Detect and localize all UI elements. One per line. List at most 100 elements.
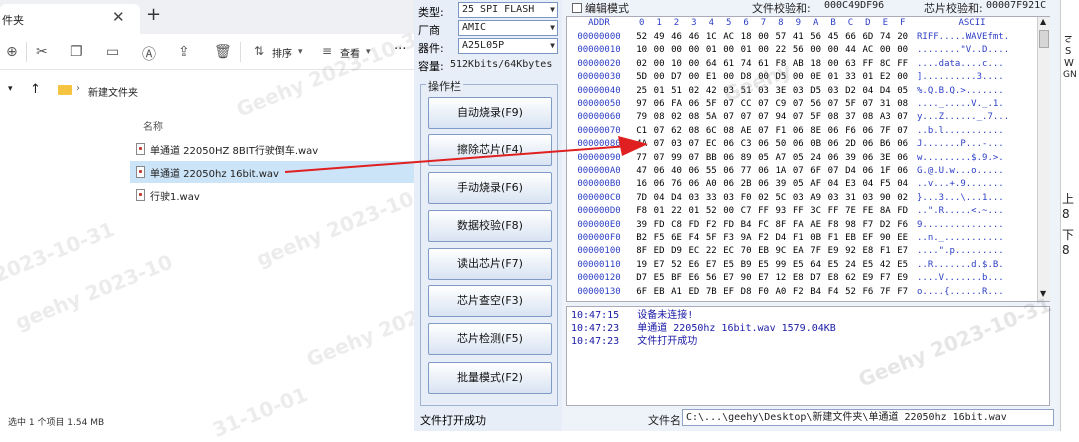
hex-header-ascii: ASCII xyxy=(958,18,986,28)
rename-icon[interactable]: Ⓐ xyxy=(142,44,156,64)
hex-row[interactable]: 00000000 52 49 46 46 1C AC 18 00 57 41 56 45 66 6D 74 20… xyxy=(567,32,1037,45)
hex-header-col: E xyxy=(882,18,888,28)
hex-row[interactable]: 00000130 6F EB A1 ED 7B EF D8 F0 A0 F2 B4 F4 52 F6 7F F7… xyxy=(567,287,1037,300)
hex-row[interactable]: 00000020 02 00 10 00 64 61 74 61 F8 AB 18 00 63 FF 8C FF… xyxy=(567,59,1037,72)
hex-address: 000000F0 xyxy=(577,233,621,243)
hex-byte: E6 xyxy=(688,259,700,270)
new-item-icon[interactable]: ⊕ xyxy=(6,44,18,60)
sort-button[interactable]: 排序 xyxy=(272,45,292,60)
file-row-selected[interactable]: 单通道 22050hz 16bit.wav xyxy=(130,161,414,183)
up-arrow-icon[interactable]: ↑ xyxy=(30,82,41,97)
hex-address: 000000A0 xyxy=(577,166,621,176)
hex-row[interactable]: 000000C0 7D 04 D4 03 33 03 F0 02 5C 03 A9 03 31 03 90 02… xyxy=(567,193,1037,206)
edge-text: S xyxy=(1065,46,1072,57)
device-panel: 类型: 25 SPI FLASH ▼ 厂商 AMIC ▼ 器件: A25L05P ▼ … xyxy=(414,0,562,431)
hex-byte: D7 xyxy=(636,273,648,284)
scroll-up-icon[interactable]: ▲ xyxy=(1040,17,1046,26)
device-select[interactable]: A25L05P ▼ xyxy=(458,38,558,54)
hex-row[interactable]: 000000F0 B2 F5 6E F4 5F F3 9A F2 D4 F1 0B F1 EB EF 90 EE… xyxy=(567,233,1037,246)
hex-byte: E7 xyxy=(758,273,769,284)
column-header-name[interactable]: 名称 xyxy=(143,118,163,133)
hex-row[interactable]: 00000070 C1 07 62 08 6C 08 AE 07 F1 06 8E 06 F6 06 7F 07… xyxy=(567,126,1037,139)
hex-byte: 00 xyxy=(688,58,700,69)
close-icon[interactable]: ✕ xyxy=(112,8,125,26)
vertical-scrollbar[interactable]: ▲ ▼ xyxy=(1037,17,1050,301)
file-row[interactable]: 单通道 22050HZ 8BIT行驶倒车.wav xyxy=(130,138,414,160)
hex-header-col: 9 xyxy=(795,18,801,28)
hex-byte: 08 xyxy=(688,112,700,123)
hex-byte: 04 xyxy=(897,179,909,190)
filename-field[interactable]: C:\...\geehy\Desktop\新建文件夹\单通道 22050hz 1… xyxy=(682,409,1054,426)
chevron-down-icon[interactable]: ▾ xyxy=(8,84,13,94)
hex-byte: 22 xyxy=(671,206,682,217)
hex-byte: 44 xyxy=(845,45,856,56)
verify-data-button[interactable]: 数据校验(F8) xyxy=(428,210,552,242)
hex-byte: E5 xyxy=(758,259,769,270)
hex-row[interactable]: 000000B0 16 06 76 06 A0 06 2B 06 39 05 AF 04 E3 04 F5 04… xyxy=(567,179,1037,192)
hex-grid[interactable]: ADDR 0 1 2 3 4 5 6 7 8 9 A B C D E F ASCII 00000000 52 49 46… xyxy=(566,16,1050,302)
hex-byte: D2 xyxy=(845,85,856,96)
folder-tab[interactable]: 件夹 ✕ xyxy=(0,4,140,34)
chip-detect-button[interactable]: 芯片检测(F5) xyxy=(428,323,552,355)
edge-text: ਟ xyxy=(1065,34,1072,45)
breadcrumb-folder[interactable]: 新建文件夹 xyxy=(88,84,138,99)
address-bar[interactable]: ▾ ↑ › 新建文件夹 xyxy=(0,78,414,104)
auto-program-button[interactable]: 自动烧录(F9) xyxy=(428,97,552,129)
hex-row[interactable]: 00000120 D7 E5 BF E6 56 E7 90 E7 12 E8 D7 E8 62 E9 F7 E9… xyxy=(567,273,1037,286)
hex-byte: 31 xyxy=(879,99,891,109)
hex-byte: 00 xyxy=(827,58,839,69)
hex-row[interactable]: 00000040 25 01 51 02 42 03 51 03 3E 03 D5 03 D2 04 D4 05… xyxy=(567,86,1037,99)
hex-byte: 00 xyxy=(688,72,700,83)
sort-icon[interactable]: ⇅ xyxy=(254,44,264,58)
hex-row[interactable]: 00000030 5D 00 D7 00 E1 00 D8 00 D5 00 0E 01 33 01 E2 00… xyxy=(567,72,1037,85)
log-message: 单通道 22050hz 16bit.wav 1579.04KB xyxy=(637,323,836,334)
hex-byte: 0B xyxy=(810,233,822,243)
erase-chip-button[interactable]: 擦除芯片(F4) xyxy=(428,134,552,166)
chevron-down-icon[interactable]: ▾ xyxy=(298,47,303,57)
type-select[interactable]: 25 SPI FLASH ▼ xyxy=(458,2,558,18)
hex-byte: C9 xyxy=(775,99,787,109)
hex-byte: F1 xyxy=(879,246,891,257)
hex-row[interactable]: 00000100 8F ED D9 EC 22 EC 70 EB 9C EA 7F E9 92 E8 F1 E7… xyxy=(567,246,1037,259)
read-chip-button[interactable]: 读出芯片(F7) xyxy=(428,248,552,280)
hex-byte: 07 xyxy=(897,112,909,123)
hex-address: 00000120 xyxy=(577,273,621,284)
new-tab-icon[interactable]: + xyxy=(146,4,161,25)
hex-byte: 62 xyxy=(845,273,856,284)
hex-row[interactable]: 00000090 77 07 99 07 BB 06 89 05 A7 05 24 06 39 06 3E 06… xyxy=(567,153,1037,166)
cut-icon[interactable]: ✂ xyxy=(36,44,48,60)
hex-byte: 8E xyxy=(810,125,822,136)
hex-byte: D9 xyxy=(671,246,682,257)
copy-icon[interactable]: ❐ xyxy=(70,44,83,60)
hex-byte: 02 xyxy=(758,192,769,203)
programmer-window: 类型: 25 SPI FLASH ▼ 厂商 AMIC ▼ 器件: A25L05P ▼ … xyxy=(414,0,1060,431)
hex-byte: E5 xyxy=(897,259,909,270)
hex-row[interactable]: 00000080 4A 07 03 07 EC 06 C3 06 50 06 0B 06 2D 06 B6 06… xyxy=(567,139,1037,152)
blank-check-button[interactable]: 芯片查空(F3) xyxy=(428,285,552,317)
hex-row[interactable]: 00000050 97 06 FA 06 5F 07 CC 07 C9 07 56 07 5F 07 31 08… xyxy=(567,99,1037,112)
hex-row[interactable]: 00000060 79 08 02 08 5A 07 07 07 94 07 5F 08 37 08 A3 07… xyxy=(567,112,1037,125)
hex-byte: E9 xyxy=(827,246,839,257)
scrollbar-thumb[interactable] xyxy=(1039,30,1049,48)
hex-byte: 02 xyxy=(688,85,700,96)
share-icon[interactable]: ⇪ xyxy=(178,44,190,60)
hex-byte: 4A xyxy=(636,139,648,150)
hex-byte: 01 xyxy=(688,206,700,217)
delete-icon[interactable]: 🗑 xyxy=(214,44,232,60)
batch-mode-button[interactable]: 批量模式(F2) xyxy=(428,362,552,394)
hex-byte: 03 xyxy=(792,192,804,203)
edit-mode-checkbox[interactable]: 编辑模式 xyxy=(572,0,629,16)
hex-address: 00000030 xyxy=(577,72,621,83)
hex-byte: 5F xyxy=(845,99,856,109)
hex-row[interactable]: 00000110 19 E7 52 E6 E7 E5 B9 E5 99 E5 64 E5 24 E5 42 E5… xyxy=(567,260,1037,273)
manual-program-button[interactable]: 手动烧录(F6) xyxy=(428,172,552,204)
view-icon[interactable]: ≡ xyxy=(322,44,332,58)
vendor-select[interactable]: AMIC ▼ xyxy=(458,20,558,36)
paste-icon[interactable]: ▭ xyxy=(106,44,119,60)
hex-row[interactable]: 000000E0 39 FD C8 FD F2 FD B4 FC 8F FA AE F8 98 F7 D2 F6… xyxy=(567,220,1037,233)
hex-row[interactable]: 00000010 10 00 00 00 01 00 01 00 22 56 00 00 44 AC 00 00… xyxy=(567,45,1037,58)
hex-row[interactable]: 000000D0 F8 01 22 01 52 00 C7 FF 93 FF 3C FF 7E FE 8A FD… xyxy=(567,206,1037,219)
hex-byte: FD xyxy=(688,219,700,230)
hex-byte: 06 xyxy=(862,152,874,163)
hex-row[interactable]: 000000A0 47 06 40 06 55 06 77 06 1A 07 6F 07 D4 06 1F 06… xyxy=(567,166,1037,179)
